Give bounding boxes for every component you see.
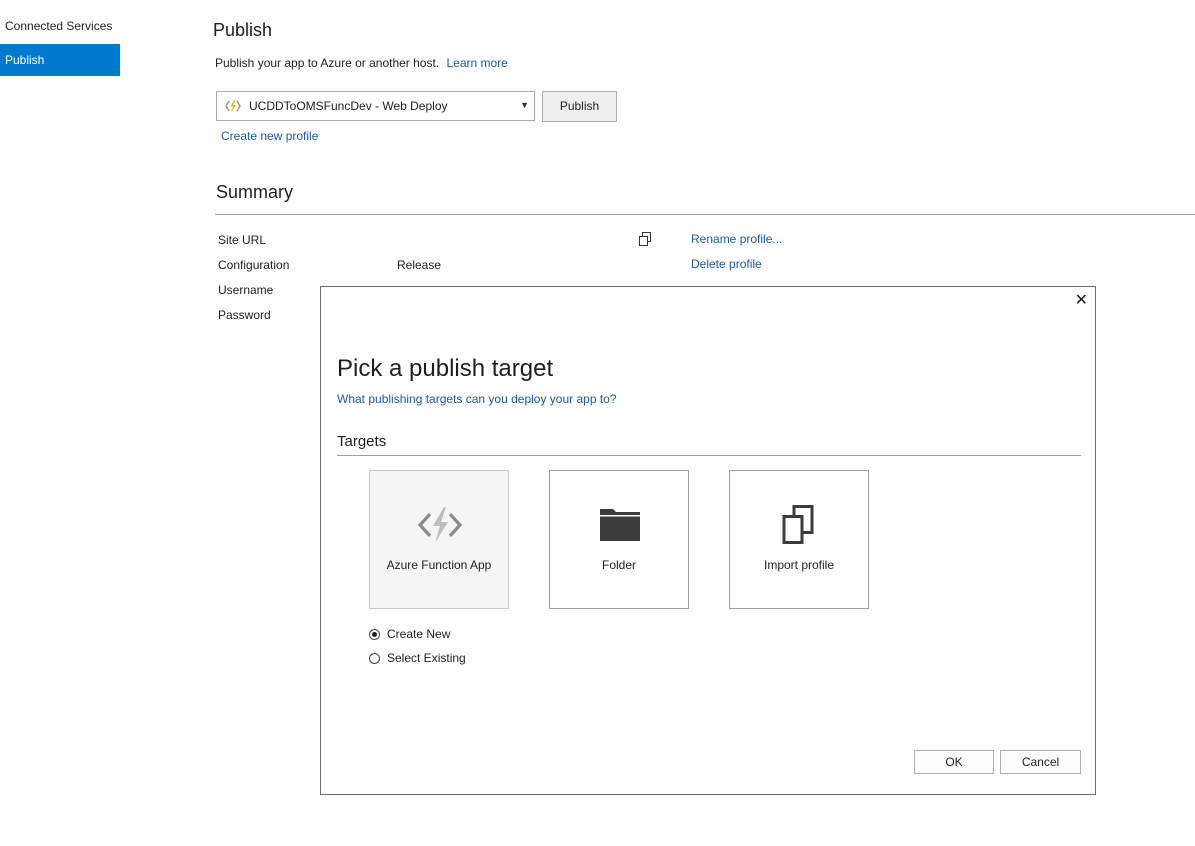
radio-button[interactable]	[369, 652, 380, 664]
radio-button-checked[interactable]	[369, 628, 380, 640]
import-profile-icon	[778, 505, 822, 545]
learn-more-link[interactable]: Learn more	[446, 56, 507, 70]
summary-title: Summary	[216, 182, 294, 202]
target-tile-folder[interactable]: Folder	[549, 470, 689, 609]
create-new-radio[interactable]: Create New	[369, 627, 450, 641]
azure-function-icon	[417, 505, 463, 545]
rename-profile-link[interactable]: Rename profile...	[691, 232, 782, 246]
cancel-button[interactable]: Cancel	[1000, 750, 1081, 774]
radio-label: Create New	[387, 627, 451, 641]
folder-icon	[598, 505, 642, 545]
nav-item-connected-services[interactable]: Connected Services	[0, 10, 120, 42]
publish-button[interactable]: Publish	[542, 91, 617, 122]
radio-label: Select Existing	[387, 651, 466, 665]
tile-label: Folder	[601, 558, 636, 572]
summary-label-configuration: Configuration	[218, 258, 290, 272]
close-icon[interactable]: ✕	[1075, 290, 1088, 310]
azure-function-icon	[225, 99, 241, 113]
copy-icon[interactable]	[638, 232, 652, 250]
tile-label: Azure Function App	[386, 558, 492, 572]
delete-profile-link[interactable]: Delete profile	[691, 257, 762, 271]
chevron-down-icon: ▼	[520, 100, 529, 110]
publish-description: Publish your app to Azure or another hos…	[215, 56, 508, 70]
nav-item-label: Connected Services	[5, 19, 113, 33]
description-text: Publish your app to Azure or another hos…	[215, 56, 440, 70]
publish-target-dialog: ✕ Pick a publish target What publishing …	[320, 286, 1096, 795]
summary-label-password: Password	[218, 308, 271, 322]
targets-divider	[337, 455, 1081, 456]
page-title: Publish	[213, 20, 273, 40]
summary-value-configuration: Release	[397, 258, 442, 272]
summary-divider	[215, 214, 1195, 215]
select-existing-radio[interactable]: Select Existing	[369, 651, 466, 665]
nav-item-label: Publish	[5, 53, 45, 67]
targets-heading: Targets	[337, 433, 387, 450]
ok-button[interactable]: OK	[914, 750, 994, 774]
create-new-profile-link[interactable]: Create new profile	[221, 129, 318, 143]
summary-label-site-url: Site URL	[218, 233, 267, 247]
profile-select-value: UCDDToOMSFuncDev - Web Deploy	[249, 99, 448, 113]
profile-select[interactable]: UCDDToOMSFuncDev - Web Deploy ▼	[216, 91, 535, 121]
nav-item-publish[interactable]: Publish	[0, 44, 120, 76]
summary-label-username: Username	[218, 283, 274, 297]
target-tile-azure-function-app[interactable]: Azure Function App	[369, 470, 509, 609]
dialog-title: Pick a publish target	[337, 355, 554, 382]
tile-label: Import profile	[763, 558, 835, 572]
target-tile-import-profile[interactable]: Import profile	[729, 470, 869, 609]
publishing-targets-help-link[interactable]: What publishing targets can you deploy y…	[337, 392, 617, 406]
